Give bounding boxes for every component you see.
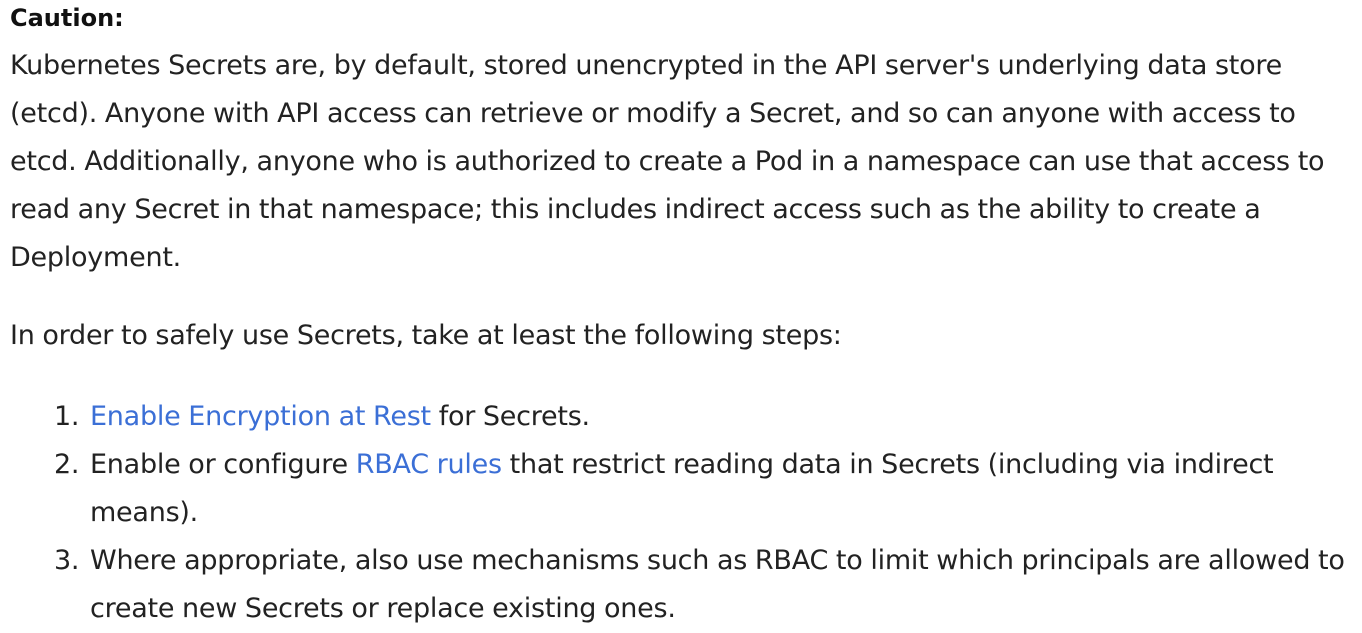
list-item-step-2: 2. Enable or configure RBAC rules that re… — [10, 441, 1355, 537]
step-text-before: Enable or configure — [90, 449, 356, 480]
step-number: 1. — [54, 401, 80, 432]
step-text: Where appropriate, also use mechanisms s… — [90, 545, 1345, 624]
step-number: 2. — [54, 449, 80, 480]
step-text-after: for Secrets. — [430, 401, 590, 432]
caution-callout: Caution: Kubernetes Secrets are, by defa… — [0, 0, 1362, 633]
steps-intro: In order to safely use Secrets, take at … — [10, 320, 842, 351]
caution-title: Caution: — [10, 4, 124, 32]
steps-list: 1. Enable Encryption at Rest for Secrets.… — [10, 393, 1355, 633]
step-number: 3. — [54, 545, 80, 576]
list-item-step-1: 1. Enable Encryption at Rest for Secrets. — [10, 393, 1355, 441]
rbac-rules-link[interactable]: RBAC rules — [356, 449, 502, 480]
caution-body: Kubernetes Secrets are, by default, stor… — [10, 50, 1325, 273]
list-item-step-3: 3. Where appropriate, also use mechanisms… — [10, 537, 1355, 633]
enable-encryption-at-rest-link[interactable]: Enable Encryption at Rest — [90, 401, 431, 432]
